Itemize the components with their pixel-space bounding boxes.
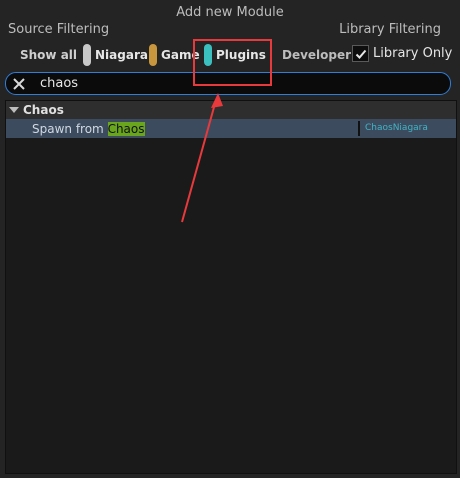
expand-arrow-icon[interactable] <box>9 107 19 113</box>
category-header[interactable]: Chaos <box>6 101 456 119</box>
result-row[interactable]: Spawn from Chaos ChaosNiagara <box>6 119 456 138</box>
column-separator <box>358 121 360 136</box>
library-only-checkbox[interactable] <box>352 45 369 62</box>
filter-game-button[interactable]: Game <box>149 43 200 67</box>
game-color-swatch <box>149 44 157 66</box>
results-panel[interactable]: Chaos Spawn from Chaos ChaosNiagara <box>5 100 457 474</box>
search-match-highlight: Chaos <box>107 121 145 136</box>
library-only-toggle[interactable]: Library Only <box>352 45 452 62</box>
filter-label: Developer <box>282 48 352 62</box>
library-only-label: Library Only <box>373 46 453 61</box>
niagara-color-swatch <box>83 44 91 66</box>
category-label: Chaos <box>23 103 64 117</box>
result-name: Spawn from Chaos <box>32 121 145 136</box>
filter-show-all-button[interactable]: Show all <box>20 43 77 67</box>
checkmark-icon <box>355 49 366 59</box>
source-filtering-label: Source Filtering <box>8 22 110 37</box>
filter-niagara-button[interactable]: Niagara <box>83 43 148 67</box>
result-name-prefix: Spawn from <box>32 121 108 136</box>
library-filtering-label: Library Filtering <box>339 22 441 37</box>
window-title: Add new Module <box>176 5 284 20</box>
filter-label: Niagara <box>95 48 148 62</box>
clear-search-icon[interactable] <box>8 73 30 94</box>
filter-developer-button[interactable]: Developer <box>282 43 351 67</box>
annotation-highlight-box <box>193 39 272 86</box>
result-source: ChaosNiagara <box>365 123 428 133</box>
filter-label: Show all <box>20 48 78 62</box>
